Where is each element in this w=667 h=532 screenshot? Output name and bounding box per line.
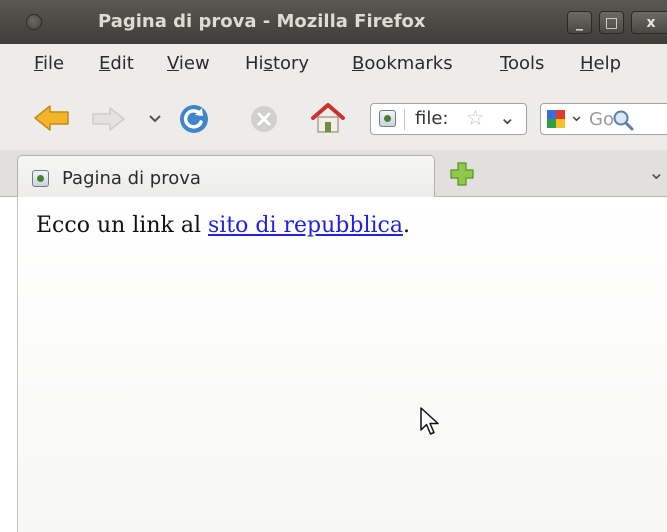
tab-favicon-icon [32, 170, 49, 187]
google-search-engine-icon[interactable] [547, 110, 565, 128]
menu-help-label: elp [593, 53, 622, 74]
repubblica-link[interactable]: sito di repubblica [208, 213, 403, 238]
url-separator [404, 109, 405, 130]
url-bar[interactable]: file: ☆ ⌄ [370, 103, 527, 135]
maximize-button[interactable]: □ [599, 11, 624, 34]
tab-list-dropdown-icon[interactable]: ⌄ [648, 160, 665, 184]
menu-history-prefix: Hi [245, 53, 264, 74]
search-placeholder[interactable]: Go [589, 109, 614, 130]
tab-pagina-di-prova[interactable]: Pagina di prova [17, 155, 435, 197]
search-engine-dropdown-icon[interactable]: ⌄ [569, 105, 584, 126]
mouse-cursor-icon [420, 407, 439, 435]
url-dropdown-icon[interactable]: ⌄ [499, 105, 516, 129]
menu-view-accesskey: V [167, 53, 179, 74]
menu-history[interactable]: History [245, 53, 309, 74]
new-tab-plus-icon[interactable] [449, 161, 475, 187]
site-identity-icon[interactable] [379, 110, 396, 127]
menu-bar: File Edit View History Bookmarks Tools H… [0, 44, 667, 86]
menu-edit-accesskey: E [99, 53, 111, 74]
paragraph-end: . [402, 213, 410, 238]
menu-bookmarks-accesskey: B [352, 53, 365, 74]
history-dropdown-icon[interactable] [148, 114, 162, 124]
menu-edit[interactable]: Edit [99, 53, 134, 74]
menu-help-accesskey: H [580, 53, 594, 74]
home-icon[interactable] [310, 102, 346, 134]
menu-edit-label: dit [110, 53, 134, 74]
page-content: Ecco un link al sito di repubblica. [17, 197, 667, 532]
navigation-toolbar: file: ☆ ⌄ ⌄ Go [0, 86, 667, 150]
stop-icon[interactable] [250, 105, 278, 133]
menu-tools-accesskey: T [500, 53, 508, 74]
menu-file[interactable]: File [34, 53, 64, 74]
url-text[interactable]: file: [415, 108, 448, 129]
menu-history-label: tory [272, 53, 310, 74]
menu-file-accesskey: F [34, 53, 44, 74]
title-bar[interactable]: Pagina di prova - Mozilla Firefox _ □ x [0, 0, 667, 44]
menu-tools-label: ools [507, 53, 545, 74]
browser-window: Pagina di prova - Mozilla Firefox _ □ x … [0, 0, 667, 532]
close-button[interactable]: x [631, 11, 667, 34]
menu-view-label: iew [178, 53, 210, 74]
window-menu-icon[interactable] [26, 14, 42, 30]
menu-bookmarks-label: ookmarks [364, 53, 453, 74]
reload-icon[interactable] [178, 103, 210, 135]
menu-tools[interactable]: Tools [500, 53, 544, 74]
back-arrow-icon[interactable] [33, 103, 71, 133]
tab-bar: Pagina di prova ⌄ [0, 150, 667, 197]
window-title: Pagina di prova - Mozilla Firefox [98, 11, 426, 32]
menu-help[interactable]: Help [580, 53, 621, 74]
search-magnifier-icon[interactable] [612, 109, 634, 131]
menu-file-label: ile [43, 53, 65, 74]
menu-bookmarks[interactable]: Bookmarks [352, 53, 453, 74]
bookmark-star-icon[interactable]: ☆ [466, 106, 485, 130]
forward-arrow-icon[interactable] [90, 105, 126, 133]
tab-label: Pagina di prova [62, 168, 201, 189]
menu-view[interactable]: View [167, 53, 210, 74]
minimize-button[interactable]: _ [567, 11, 592, 34]
content-paragraph: Ecco un link al sito di repubblica. [36, 213, 410, 238]
search-bar[interactable]: ⌄ Go [540, 103, 667, 135]
paragraph-text: Ecco un link al [36, 213, 208, 238]
menu-history-accesskey: s [263, 53, 273, 74]
